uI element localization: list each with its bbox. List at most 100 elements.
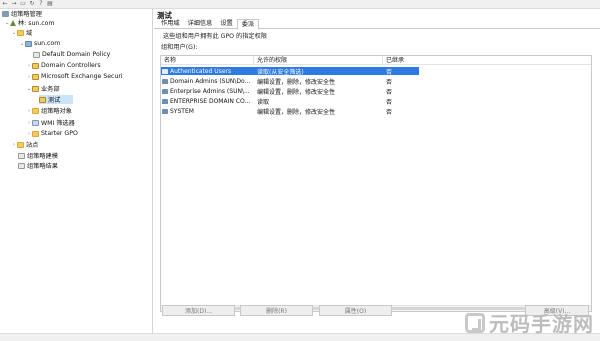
tree-item-business-ou[interactable]: ⌄ 业务部	[26, 84, 60, 93]
user-group-icon	[162, 78, 168, 84]
tree-item-modeling[interactable]: 组策略建模	[18, 151, 58, 160]
table-row[interactable]: ENTERPRISE DOMAIN CO... 读取 否	[161, 97, 419, 106]
tree-label: 林: sun.com	[18, 20, 55, 27]
row-name-cell: Authenticated Users	[161, 68, 254, 75]
user-group-icon	[162, 88, 168, 94]
domain-icon	[25, 40, 32, 47]
tree-item-forest[interactable]: ⌄ 林: sun.com	[4, 18, 55, 27]
view-icon[interactable]: ▤	[47, 1, 53, 7]
tab-scope[interactable]: 作用域	[157, 19, 184, 29]
tree-item-sites[interactable]: › 站点	[11, 140, 38, 149]
forward-arrow-icon[interactable]: →	[11, 1, 17, 7]
tree-item-results[interactable]: 组策略结果	[18, 161, 58, 170]
tree-item-default-domain-policy[interactable]: Default Domain Policy	[33, 50, 110, 59]
modeling-icon	[18, 152, 25, 159]
help-icon[interactable]: ?	[38, 1, 44, 7]
toolbar: ← → ▭ ↻ ? ▤	[0, 0, 600, 9]
folder-icon[interactable]: ▭	[20, 1, 26, 7]
row-permission: 编辑设置，删除，修改安全性	[257, 88, 336, 96]
gpo-link-icon	[33, 51, 40, 58]
user-group-icon	[162, 108, 168, 114]
table-row[interactable]: Authenticated Users 读取(从安全筛选) 否	[161, 67, 419, 76]
results-icon	[18, 162, 25, 169]
row-name: ENTERPRISE DOMAIN CO...	[170, 97, 251, 105]
tree-label: sun.com	[34, 40, 61, 47]
tab-settings[interactable]: 设置	[216, 19, 236, 29]
properties-button[interactable]: 属性(O)	[319, 305, 392, 316]
tree-item-test-ou[interactable]: 测试	[39, 95, 73, 104]
gpm-console-icon	[2, 10, 9, 17]
row-name: Enterprise Admins (SUN\...	[170, 87, 250, 95]
tree-label: Starter GPO	[41, 130, 78, 137]
back-arrow-icon[interactable]: ←	[2, 1, 8, 7]
row-inherited: 否	[386, 98, 393, 106]
row-inherited: 否	[386, 88, 393, 96]
tab-details[interactable]: 详细信息	[184, 19, 217, 29]
row-name-cell: Domain Admins (SUN\Do...	[161, 78, 254, 85]
ou-icon	[32, 73, 39, 80]
folder-icon	[32, 130, 39, 137]
tree-item-root[interactable]: 组策略管理	[2, 9, 42, 18]
groups-users-label: 组和用户(G):	[161, 44, 198, 51]
user-group-icon	[162, 98, 168, 104]
user-group-icon	[162, 68, 168, 74]
column-header-permission[interactable]: 允许的权限	[254, 56, 383, 64]
tab-strip: 作用域 详细信息 设置 委派	[154, 19, 600, 30]
refresh-icon[interactable]: ↻	[29, 1, 35, 7]
row-inherited: 否	[386, 68, 393, 76]
row-inherited: 否	[386, 108, 393, 116]
tree-label: 组策略管理	[11, 11, 42, 18]
forest-icon	[10, 19, 16, 26]
tree-label: 组策略建模	[27, 153, 58, 160]
ou-icon	[32, 85, 39, 92]
sites-icon	[17, 141, 24, 148]
tree-label: 域	[26, 30, 33, 37]
watermark: 元码手游网	[465, 308, 594, 337]
tree-item-domain-controllers[interactable]: › Domain Controllers	[26, 61, 101, 70]
column-header-inherited[interactable]: 已继承	[383, 56, 413, 64]
wmi-filter-icon	[32, 119, 39, 126]
row-name-cell: SYSTEM	[161, 108, 254, 115]
tree-label: 测试	[48, 97, 61, 104]
row-name: Authenticated Users	[170, 67, 232, 75]
column-header-name[interactable]: 名称	[161, 56, 254, 64]
row-permission: 编辑设置，删除，修改安全性	[257, 108, 336, 116]
remove-button[interactable]: 删除(R)	[240, 305, 313, 316]
table-row[interactable]: Enterprise Admins (SUN\... 编辑设置，删除，修改安全性…	[161, 87, 419, 96]
tree-label: 业务部	[41, 86, 60, 93]
row-inherited: 否	[386, 78, 393, 86]
row-permission: 编辑设置，删除，修改安全性	[257, 78, 336, 86]
console-tree: 组策略管理 ⌄ 林: sun.com ⌄ 域 ⌄ sun.com Default…	[0, 9, 153, 333]
groups-users-list[interactable]: 名称 允许的权限 已继承 Authenticated Users 读取(从安全筛…	[160, 55, 592, 312]
ou-icon	[39, 96, 46, 103]
tree-label: 站点	[26, 142, 39, 149]
tree-label: 组策略结果	[27, 163, 58, 170]
tab-delegation[interactable]: 委派	[236, 19, 260, 30]
tree-label: Domain Controllers	[41, 62, 101, 69]
tree-item-starter-gpo[interactable]: › Starter GPO	[26, 129, 78, 138]
table-row[interactable]: SYSTEM 编辑设置，删除，修改安全性 否	[161, 107, 419, 116]
table-row[interactable]: Domain Admins (SUN\Do... 编辑设置，删除，修改安全性 否	[161, 77, 419, 86]
ou-icon	[32, 62, 39, 69]
watermark-text: 元码手游网	[489, 312, 594, 336]
tree-item-domain-sun[interactable]: ⌄ sun.com	[19, 39, 60, 48]
row-permission: 读取(从安全筛选)	[257, 68, 304, 76]
list-header: 名称 允许的权限 已继承	[161, 56, 591, 65]
tree-item-domains[interactable]: ⌄ 域	[11, 28, 32, 37]
watermark-logo-icon	[465, 312, 485, 333]
row-name-cell: Enterprise Admins (SUN\...	[161, 88, 254, 95]
folder-icon	[32, 107, 39, 114]
tree-label: Microsoft Exchange Securi	[41, 73, 123, 80]
tree-item-exchange[interactable]: › Microsoft Exchange Securi	[26, 72, 123, 81]
add-button[interactable]: 添加(D)...	[162, 305, 235, 316]
folder-icon	[17, 29, 24, 36]
tree-item-gpo-objects[interactable]: › 组策略对象	[26, 106, 72, 115]
tree-label: Default Domain Policy	[42, 51, 111, 58]
tree-item-wmi-filters[interactable]: › WMI 筛选器	[26, 118, 75, 127]
row-name-cell: ENTERPRISE DOMAIN CO...	[161, 98, 254, 105]
tree-label: 组策略对象	[41, 108, 72, 115]
row-name: Domain Admins (SUN\Do...	[170, 77, 251, 85]
delegation-description: 这些组和用户拥有此 GPO 的指定权限	[163, 33, 267, 40]
row-name: SYSTEM	[170, 107, 194, 115]
tree-label: WMI 筛选器	[41, 120, 75, 127]
